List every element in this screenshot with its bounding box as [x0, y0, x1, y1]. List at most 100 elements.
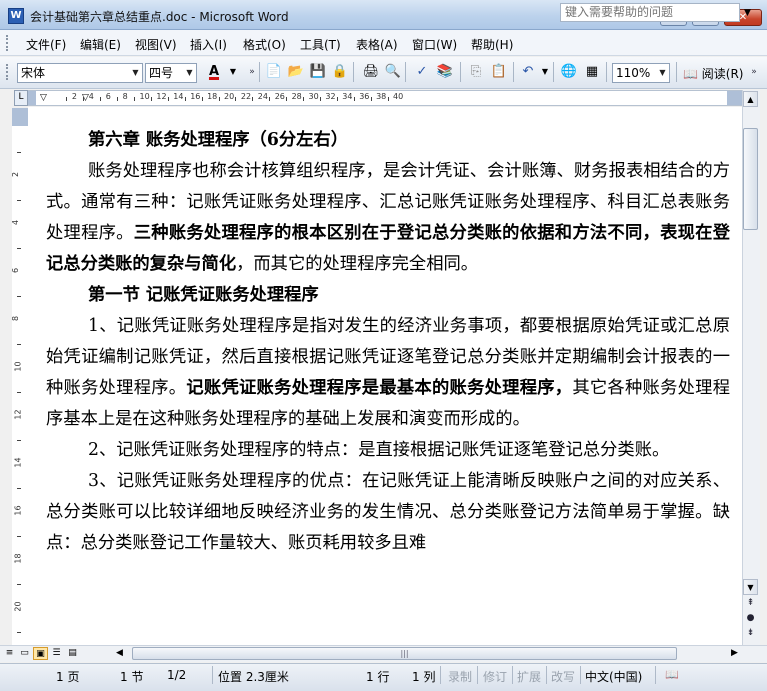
- vertical-ruler-top-margin: [12, 108, 28, 126]
- ruler-number: 10: [139, 92, 150, 101]
- ruler-number: 30: [308, 92, 319, 101]
- font-color-dropdown-icon[interactable]: ▼: [224, 63, 242, 81]
- status-record[interactable]: 录制: [448, 668, 472, 685]
- menu-tools[interactable]: 工具(T): [300, 36, 341, 53]
- outline-view-icon[interactable]: ☰: [49, 647, 64, 660]
- new-document-icon[interactable]: 📄: [265, 63, 283, 81]
- vertical-ruler-number: 16: [13, 505, 23, 516]
- toolbar-grip[interactable]: [6, 64, 11, 80]
- font-name-combo[interactable]: 宋体 ▼: [17, 63, 143, 83]
- scroll-down-arrow-icon[interactable]: ▼: [743, 579, 758, 595]
- vertical-ruler-tick: [17, 392, 21, 393]
- ruler-number: 20: [224, 92, 235, 101]
- ruler-number: 26: [274, 92, 285, 101]
- ruler-tick: [235, 97, 237, 101]
- ruler-number: 36: [359, 92, 370, 101]
- ruler-tick: [66, 97, 68, 101]
- vertical-ruler-number: 8: [11, 315, 21, 322]
- scroll-left-arrow-icon[interactable]: ◀: [112, 647, 127, 660]
- status-language[interactable]: 中文(中国): [585, 668, 642, 685]
- vertical-ruler-number: 20: [13, 601, 23, 612]
- spelling-icon[interactable]: ✓: [413, 63, 431, 81]
- research-icon[interactable]: 📚: [436, 63, 454, 81]
- ruler-number: 14: [173, 92, 184, 101]
- web-view-icon[interactable]: ▭: [17, 647, 32, 660]
- help-search-box[interactable]: [560, 3, 740, 22]
- print-layout-view-icon[interactable]: ▣: [33, 647, 48, 660]
- status-separator: [212, 666, 213, 684]
- toolbar-options-icon[interactable]: »: [745, 63, 763, 81]
- help-dropdown-icon[interactable]: ▼: [744, 8, 751, 18]
- open-folder-icon[interactable]: 📂: [287, 63, 305, 81]
- indent-marker-icon[interactable]: ▽: [40, 93, 47, 103]
- vertical-ruler-number: 10: [13, 361, 23, 372]
- chapter-heading: 第六章 账务处理程序（6分左右）: [88, 130, 348, 150]
- vertical-ruler-tick: [17, 536, 21, 537]
- status-extend[interactable]: 扩展: [517, 668, 541, 685]
- toolbar-separator: [353, 62, 354, 82]
- normal-view-icon[interactable]: ≡: [2, 647, 17, 660]
- scroll-up-arrow-icon[interactable]: ▲: [743, 91, 758, 107]
- next-page-icon[interactable]: ⇟: [743, 626, 758, 640]
- browse-object-icon[interactable]: ●: [743, 611, 758, 625]
- status-column: 1 列: [412, 670, 436, 684]
- paste-icon[interactable]: 📋: [490, 63, 508, 81]
- insert-table-icon[interactable]: ▦: [583, 63, 601, 81]
- toolbar-separator: [606, 62, 607, 82]
- book-icon: 📖: [683, 67, 698, 81]
- menu-grip[interactable]: [6, 35, 11, 51]
- paragraph: 账务处理程序也称会计核算组织程序，是会计凭证、会计账簿、财务报表相结合的方式。通…: [46, 156, 730, 280]
- menu-view[interactable]: 视图(V): [135, 36, 177, 53]
- ruler-tick: [269, 97, 271, 101]
- menu-help[interactable]: 帮助(H): [471, 36, 513, 53]
- ruler-number: 18: [207, 92, 218, 101]
- menu-format[interactable]: 格式(O): [243, 36, 286, 53]
- menu-file[interactable]: 文件(F): [26, 36, 66, 53]
- ruler-tick: [184, 97, 186, 101]
- status-track-changes[interactable]: 修订: [483, 668, 507, 685]
- word-app-icon[interactable]: W: [8, 8, 24, 24]
- previous-page-icon[interactable]: ⇞: [743, 596, 758, 610]
- toolbar-separator: [460, 62, 461, 82]
- horizontal-scroll-thumb[interactable]: |||: [132, 647, 677, 660]
- scroll-right-arrow-icon[interactable]: ▶: [727, 647, 742, 660]
- zoom-combo[interactable]: 110% ▼: [612, 63, 670, 83]
- status-separator: [512, 666, 513, 684]
- toolbar-separator: [553, 62, 554, 82]
- menu-edit[interactable]: 编辑(E): [80, 36, 121, 53]
- document-body[interactable]: 第六章 账务处理程序（6分左右） 账务处理程序也称会计核算组织程序，是会计凭证、…: [46, 125, 730, 559]
- vertical-ruler-number: 4: [11, 219, 21, 226]
- spelling-status-icon[interactable]: 📖: [665, 668, 679, 681]
- status-position: 位置 2.3厘米: [218, 670, 289, 684]
- copy-icon[interactable]: ⎘: [467, 63, 485, 81]
- read-mode-button[interactable]: 📖 阅读(R): [683, 65, 743, 82]
- vertical-ruler-number: 2: [11, 171, 21, 178]
- menu-insert[interactable]: 插入(I): [190, 36, 227, 53]
- print-preview-icon[interactable]: 🔍: [384, 63, 402, 81]
- ruler-number: 32: [325, 92, 336, 101]
- font-size-combo[interactable]: 四号 ▼: [145, 63, 197, 83]
- menu-window[interactable]: 窗口(W): [412, 36, 457, 53]
- reading-layout-icon[interactable]: ▤: [65, 647, 80, 660]
- permission-icon[interactable]: 🔒: [331, 63, 349, 81]
- ruler-tick: [286, 97, 288, 101]
- undo-dropdown-icon[interactable]: ▼: [536, 63, 554, 81]
- vertical-scroll-thumb[interactable]: [743, 128, 758, 230]
- undo-icon[interactable]: ↶: [519, 63, 537, 81]
- print-icon[interactable]: 🖨: [362, 63, 380, 81]
- paragraph-text: ，而其它的处理程序完全相同。: [236, 254, 479, 274]
- vertical-ruler-tick: [17, 584, 21, 585]
- vertical-ruler-tick: [17, 248, 21, 249]
- ruler-tick: [370, 97, 372, 101]
- hyperlink-icon[interactable]: 🌐: [560, 63, 578, 81]
- status-separator: [477, 666, 478, 684]
- status-overtype[interactable]: 改写: [551, 668, 575, 685]
- window-title: 会计基础第六章总结重点.doc - Microsoft Word: [30, 10, 289, 24]
- chevron-down-icon: ▼: [186, 68, 193, 77]
- font-color-button[interactable]: A: [205, 63, 223, 81]
- save-icon[interactable]: 💾: [309, 63, 327, 81]
- menu-table[interactable]: 表格(A): [356, 36, 398, 53]
- help-search-input[interactable]: [561, 4, 729, 20]
- tab-selector[interactable]: L: [14, 90, 28, 106]
- vertical-ruler[interactable]: [12, 108, 29, 645]
